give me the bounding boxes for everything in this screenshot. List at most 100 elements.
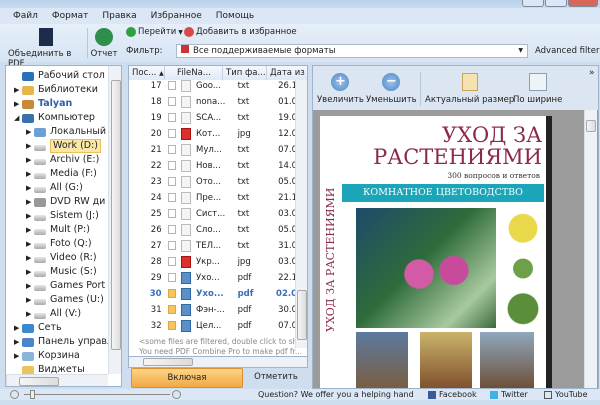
file-row[interactable]: 22 Нов... txt 14.0 xyxy=(129,158,297,174)
row-checkbox[interactable] xyxy=(167,273,177,282)
expand-arrow-icon[interactable]: ▶ xyxy=(14,335,22,349)
tree-hscroll-thumb[interactable] xyxy=(19,377,59,386)
tree-item[interactable]: ▶ Панель управл xyxy=(14,335,113,349)
tree-item[interactable]: ▶ Foto (Q:) xyxy=(26,237,92,251)
tree-vertical-scrollbar[interactable] xyxy=(108,66,121,374)
file-row[interactable]: 26 Сло... txt 05.0 xyxy=(129,222,297,238)
expand-arrow-icon[interactable]: ▶ xyxy=(14,97,22,111)
column-header-filename[interactable]: FileNa... xyxy=(165,66,223,80)
tree-item[interactable]: ▶ Video (R:) xyxy=(26,251,97,265)
expand-arrow-icon[interactable]: ▶ xyxy=(26,125,34,139)
expand-arrow-icon[interactable]: ▶ xyxy=(26,153,34,167)
expand-arrow-icon[interactable]: ▶ xyxy=(26,265,34,279)
minimize-button[interactable] xyxy=(522,0,544,7)
actual-size-button[interactable]: Актуальный размер xyxy=(425,73,514,105)
expand-arrow-icon[interactable]: ▶ xyxy=(26,167,34,181)
help-text[interactable]: Question? We offer you a helping hand xyxy=(258,389,414,400)
file-list-hscroll-thumb[interactable] xyxy=(143,358,193,366)
expand-arrow-icon[interactable]: ▶ xyxy=(26,195,34,209)
file-row[interactable]: 25 Сист... txt 03.0 xyxy=(129,206,297,222)
file-row[interactable]: 29 Ухо... pdf 22.1 xyxy=(129,270,297,286)
zoom-slider[interactable] xyxy=(24,394,170,395)
file-list-vertical-scrollbar[interactable] xyxy=(295,80,307,348)
menu-file[interactable]: Файл xyxy=(13,11,38,21)
youtube-link[interactable]: YouTube xyxy=(544,389,588,400)
expand-arrow-icon[interactable]: ▶ xyxy=(26,237,34,251)
combine-pdf-button[interactable]: Объединить в PDF xyxy=(8,28,84,69)
file-list-horizontal-scrollbar[interactable] xyxy=(128,357,308,368)
zoom-out-small-icon[interactable] xyxy=(10,390,19,399)
tree-item[interactable]: ▶ Games (U:) xyxy=(26,293,104,307)
expand-arrow-icon[interactable]: ▶ xyxy=(14,321,22,335)
file-row[interactable]: 28 Укр... jpg 03.0 xyxy=(129,254,297,270)
row-checkbox[interactable] xyxy=(167,97,177,106)
advanced-filter-link[interactable]: Advanced filter xyxy=(535,46,599,56)
tree-scroll-thumb[interactable] xyxy=(111,80,121,350)
file-row[interactable]: 32 Цел... pdf 07.0 xyxy=(129,318,297,334)
zoom-slider-handle[interactable] xyxy=(30,390,35,399)
tree-item[interactable]: ▶ Work (D:) xyxy=(26,139,102,153)
expand-arrow-icon[interactable]: ▶ xyxy=(26,307,34,321)
tree-item[interactable]: ▶ Локальный xyxy=(26,125,106,139)
row-checkbox[interactable] xyxy=(167,129,177,138)
tree-item[interactable]: ▶ Библиотеки xyxy=(14,83,98,97)
tree-item[interactable]: ▶ Archiv (E:) xyxy=(26,153,99,167)
zoom-in-button[interactable]: + Увеличить xyxy=(317,73,364,105)
tree-item[interactable]: ▶ Media (F:) xyxy=(26,167,97,181)
menu-favorites[interactable]: Избранное xyxy=(151,11,202,21)
tree-item[interactable]: ▶ All (V:) xyxy=(26,307,81,321)
tree-item[interactable]: ▶ Mult (P:) xyxy=(26,223,90,237)
file-row[interactable]: 23 Ото... txt 05.0 xyxy=(129,174,297,190)
tree-item[interactable]: ▶ Games Port xyxy=(26,279,105,293)
expand-arrow-icon[interactable]: ▶ xyxy=(26,181,34,195)
file-row[interactable]: 21 Мул... txt 07.0 xyxy=(129,142,297,158)
expand-arrow-icon[interactable]: ▶ xyxy=(26,209,34,223)
tree-item[interactable]: ▶ Music (S:) xyxy=(26,265,97,279)
preview-vertical-scrollbar[interactable] xyxy=(584,110,597,388)
row-checkbox[interactable] xyxy=(167,321,177,330)
more-icon[interactable]: » xyxy=(589,68,595,78)
expand-arrow-icon[interactable]: ▶ xyxy=(26,223,34,237)
row-checkbox[interactable] xyxy=(167,113,177,122)
tree-item[interactable]: ▶ Корзина xyxy=(14,349,80,363)
filter-dropdown[interactable]: Все поддерживаемые форматы ▼ xyxy=(176,44,528,58)
expand-arrow-icon[interactable]: ▶ xyxy=(14,349,22,363)
column-header-type[interactable]: Тип фа... xyxy=(223,66,267,80)
row-checkbox[interactable] xyxy=(167,289,177,298)
file-row[interactable]: 30 Ухо... pdf 02.0 xyxy=(129,286,297,302)
column-header-position[interactable]: Пос... ▲ xyxy=(129,66,165,80)
tree-item[interactable]: Рабочий стол xyxy=(14,69,105,83)
filtered-note[interactable]: <some files are filtered, double click t… xyxy=(139,337,307,346)
include-subdirectories-button[interactable]: Включая поддиректории xyxy=(131,368,243,401)
facebook-link[interactable]: Facebook xyxy=(428,389,477,400)
add-favorite-button[interactable]: Добавить в избранное xyxy=(184,27,297,37)
tree-item[interactable]: ▶ Talyan xyxy=(14,97,72,111)
row-checkbox[interactable] xyxy=(167,257,177,266)
row-checkbox[interactable] xyxy=(167,193,177,202)
file-row[interactable]: 20 Кот... jpg 12.0 xyxy=(129,126,297,142)
row-checkbox[interactable] xyxy=(167,225,177,234)
preview-scroll-thumb[interactable] xyxy=(586,120,596,132)
report-button[interactable]: Отчет xyxy=(90,28,118,59)
tree-item[interactable]: ▶ Сеть xyxy=(14,321,62,335)
file-row[interactable]: 19 SCA... txt 19.0 xyxy=(129,110,297,126)
file-row[interactable]: 17 Goo... txt 26.1 xyxy=(129,80,297,94)
zoom-in-small-icon[interactable] xyxy=(172,390,181,399)
menu-edit[interactable]: Правка xyxy=(102,11,136,21)
fit-width-button[interactable]: По ширине xyxy=(513,73,562,105)
menu-help[interactable]: Помощь xyxy=(216,11,254,21)
row-checkbox[interactable] xyxy=(167,177,177,186)
row-checkbox[interactable] xyxy=(167,209,177,218)
row-checkbox[interactable] xyxy=(167,161,177,170)
row-checkbox[interactable] xyxy=(167,145,177,154)
expand-arrow-icon[interactable]: ▶ xyxy=(14,83,22,97)
tree-item[interactable]: ▶ DVD RW ди xyxy=(26,195,105,209)
tree-item[interactable]: ◢ Компьютер xyxy=(14,111,95,125)
row-checkbox[interactable] xyxy=(167,241,177,250)
expand-arrow-icon[interactable]: ▶ xyxy=(26,251,34,265)
column-header-date[interactable]: Дата из xyxy=(267,66,307,80)
zoom-out-button[interactable]: − Уменьшить xyxy=(366,73,417,105)
file-row[interactable]: 18 nona... txt 01.0 xyxy=(129,94,297,110)
expand-arrow-icon[interactable]: ▶ xyxy=(26,279,34,293)
mark-button[interactable]: Отметить xyxy=(246,368,306,388)
